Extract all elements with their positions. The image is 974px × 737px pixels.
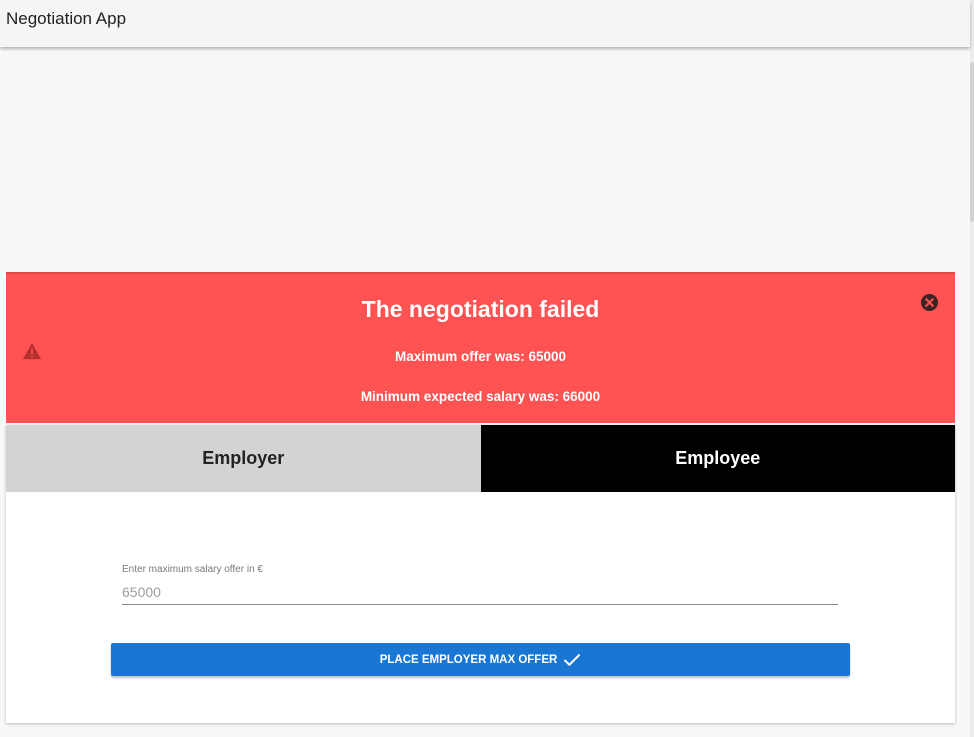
tab-employee[interactable]: Employee — [480, 425, 955, 492]
tab-employer-label: Employer — [202, 448, 285, 468]
app-bar: Negotiation App — [0, 0, 970, 47]
max-offer-text: Maximum offer was: 65000 — [394, 349, 567, 364]
app-title: Negotiation App — [6, 9, 127, 28]
place-max-offer-button[interactable]: PLACE EMPLOYER MAX OFFER — [111, 643, 850, 676]
role-tabs: Employer Employee — [6, 425, 955, 492]
tab-employee-label: Employee — [675, 448, 761, 468]
salary-field-label: Enter maximum salary offer in € — [122, 564, 263, 575]
tab-employer[interactable]: Employer — [6, 425, 481, 492]
min-salary-text: Minimum expected salary was: 66000 — [360, 389, 601, 404]
scrollbar-thumb[interactable] — [970, 62, 974, 222]
place-max-offer-label: PLACE EMPLOYER MAX OFFER — [379, 653, 558, 666]
failure-alert: The negotiation failed Maximum offer was… — [6, 272, 955, 423]
check-icon — [564, 653, 581, 666]
negotiation-card: Employer Employee Enter maximum salary o… — [6, 425, 955, 723]
alert-title: The negotiation failed — [361, 296, 600, 322]
close-icon[interactable] — [920, 293, 939, 312]
max-salary-input[interactable] — [122, 580, 838, 605]
